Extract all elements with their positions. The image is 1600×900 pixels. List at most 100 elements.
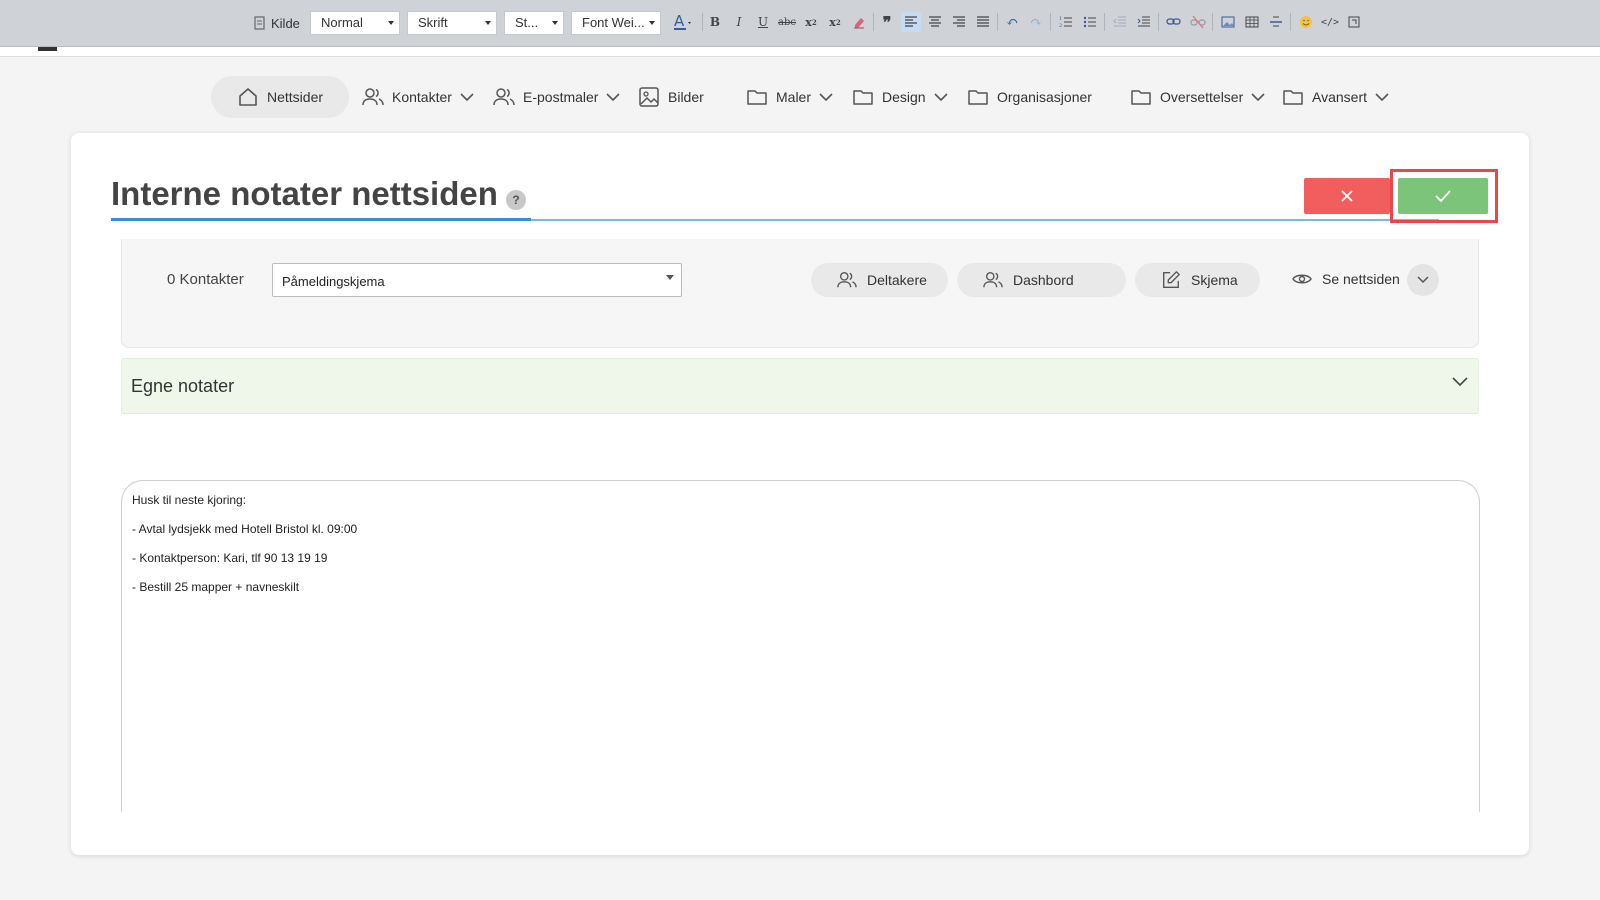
dashboard-button[interactable]: Dashbord: [957, 263, 1126, 297]
redo-icon[interactable]: ↷: [1026, 12, 1046, 32]
home-icon: [239, 88, 257, 106]
outdent-icon[interactable]: [1110, 12, 1130, 32]
source-button[interactable]: Kilde: [253, 11, 300, 35]
own-notes-header[interactable]: Egne notater: [121, 358, 1479, 414]
nav-item-label: Maler: [776, 89, 812, 105]
edit-icon: [1163, 271, 1180, 288]
font-select-value: Skrift: [418, 15, 448, 30]
align-right-icon[interactable]: [949, 12, 969, 32]
nav-item-design[interactable]: Design: [852, 76, 948, 118]
caret-down-icon: [552, 21, 558, 25]
form-button[interactable]: Skjema: [1135, 263, 1260, 297]
participants-label: Deltakere: [867, 272, 927, 288]
nav-item-label: Nettsider: [267, 89, 324, 105]
confirm-button[interactable]: [1398, 178, 1488, 214]
participants-button[interactable]: Deltakere: [811, 263, 948, 297]
nav-item-avansert[interactable]: Avansert: [1282, 76, 1389, 118]
more-options-button[interactable]: [1407, 264, 1439, 296]
folder-icon: [747, 90, 767, 105]
dashboard-label: Dashbord: [1013, 272, 1074, 288]
toolbar-marker: [38, 47, 57, 51]
form-select-value: Påmeldingskjema: [282, 274, 385, 289]
check-icon: [1435, 190, 1451, 202]
bold-icon[interactable]: B: [705, 12, 725, 32]
chevron-down-icon: [606, 93, 621, 102]
nav-item-bilder[interactable]: Bilder: [638, 76, 704, 118]
users-icon: [493, 88, 515, 106]
chevron-down-icon: [1417, 276, 1429, 284]
horizontal-line-icon[interactable]: [1266, 12, 1286, 32]
folder-icon: [968, 90, 988, 105]
note-line: - Bestill 25 mapper + navneskilt: [132, 580, 300, 594]
format-select-value: Normal: [321, 15, 363, 30]
main-navigation: Nettsider Kontakter E-postmaler Bilder M…: [0, 76, 1600, 118]
size-select[interactable]: St...: [504, 11, 564, 35]
nav-item-kontakter[interactable]: Kontakter: [362, 76, 474, 118]
font-select[interactable]: Skrift: [407, 11, 497, 35]
title-underline-accent: [111, 218, 531, 221]
note-line: - Avtal lydsjekk med Hotell Bristol kl. …: [132, 522, 358, 536]
folder-icon: [853, 90, 873, 105]
italic-icon[interactable]: I: [729, 12, 749, 32]
format-select[interactable]: Normal: [310, 11, 400, 35]
undo-icon[interactable]: ↶: [1002, 12, 1022, 32]
folder-icon: [1131, 90, 1151, 105]
page-title: Interne notater nettsiden: [111, 175, 498, 212]
cancel-button[interactable]: [1304, 178, 1390, 214]
notes-editor[interactable]: Husk til neste kjoring: - Avtal lydsjekk…: [121, 480, 1480, 812]
form-label: Skjema: [1191, 272, 1238, 288]
blockquote-icon[interactable]: ❞: [877, 12, 897, 32]
toolbar-separator: [1104, 13, 1105, 31]
chevron-down-icon: [819, 93, 833, 102]
svg-text:1: 1: [1059, 16, 1062, 22]
image-icon[interactable]: [1218, 12, 1238, 32]
bullet-list-icon[interactable]: [1080, 12, 1100, 32]
link-icon[interactable]: [1164, 12, 1184, 32]
superscript-icon[interactable]: x2: [825, 12, 845, 32]
help-icon[interactable]: ?: [506, 190, 526, 210]
users-icon: [362, 88, 384, 106]
nav-item-nettsider[interactable]: Nettsider: [211, 76, 350, 118]
svg-text:A: A: [674, 13, 685, 30]
font-weight-select-value: Font Wei...: [582, 15, 645, 30]
nav-item-label: Design: [882, 89, 926, 105]
emoji-icon[interactable]: [1296, 12, 1316, 32]
toolbar-separator: [873, 13, 874, 31]
table-icon[interactable]: [1242, 12, 1262, 32]
size-select-value: St...: [515, 15, 539, 30]
source-icon: [254, 16, 265, 30]
form-select[interactable]: Påmeldingskjema: [272, 263, 682, 297]
nav-item-organisasjoner[interactable]: Organisasjoner: [967, 76, 1092, 118]
toolbar-separator: [1212, 13, 1213, 31]
subscript-icon[interactable]: x2: [801, 12, 821, 32]
editor-toolbar: Kilde Normal Skrift St... Font Wei... A …: [0, 0, 1600, 47]
numbered-list-icon[interactable]: 12: [1056, 12, 1076, 32]
align-left-icon[interactable]: [901, 12, 921, 32]
underline-icon[interactable]: U: [753, 12, 773, 32]
nav-item-maler[interactable]: Maler: [746, 76, 833, 118]
toolbar-separator: [1158, 13, 1159, 31]
nav-item-e-postmaler[interactable]: E-postmaler: [493, 76, 621, 118]
font-weight-select[interactable]: Font Wei...: [571, 11, 661, 35]
text-color-icon[interactable]: A: [670, 12, 696, 32]
align-justify-icon[interactable]: [973, 12, 993, 32]
image-icon: [639, 87, 659, 107]
nav-item-label: Oversettelser: [1160, 89, 1244, 105]
toolbar-separator: [1290, 13, 1291, 31]
remove-format-icon[interactable]: [849, 12, 869, 32]
view-website-label: Se nettsiden: [1322, 271, 1400, 287]
caret-down-icon: [666, 275, 674, 280]
code-icon[interactable]: </>: [1320, 12, 1340, 32]
nav-item-label: Bilder: [668, 89, 704, 105]
unlink-icon[interactable]: [1188, 12, 1208, 32]
own-notes-title: Egne notater: [131, 376, 235, 396]
align-center-icon[interactable]: [925, 12, 945, 32]
chevron-down-icon: [460, 93, 474, 102]
toolbar-separator: [702, 13, 703, 31]
strikethrough-icon[interactable]: abc: [777, 12, 797, 32]
nav-item-label: E-postmaler: [523, 89, 599, 105]
maximize-icon[interactable]: [1344, 12, 1364, 32]
indent-icon[interactable]: [1134, 12, 1154, 32]
nav-item-oversettelser[interactable]: Oversettelser: [1130, 76, 1265, 118]
view-website-link[interactable]: Se nettsiden: [1292, 271, 1400, 287]
